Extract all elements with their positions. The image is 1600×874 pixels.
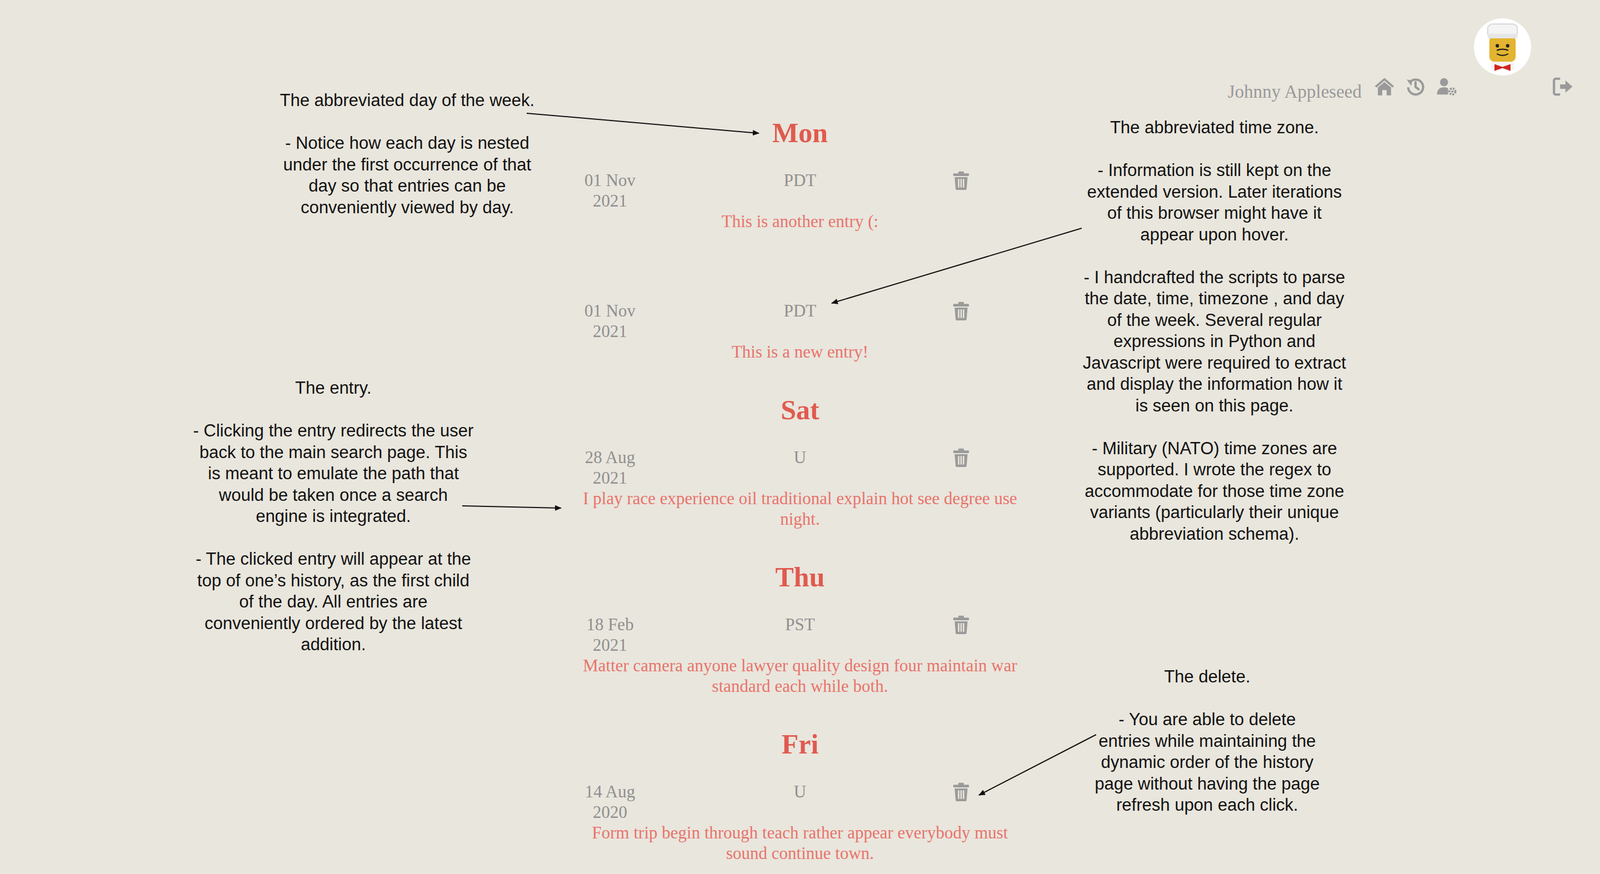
entry-text[interactable]: This is a new entry! <box>569 341 1031 363</box>
trash-icon[interactable] <box>951 782 971 802</box>
annotation-arrows <box>0 0 1600 874</box>
day-heading: Mon <box>569 116 1031 150</box>
home-icon[interactable] <box>1373 76 1395 98</box>
entry-meta: 18 Feb2021 PST <box>569 614 1031 656</box>
history-entry: 28 Aug2021 U I play race experience oil tr… <box>569 447 1031 530</box>
history-entry: 14 Aug2020 U Form trip begin through teach… <box>569 781 1031 864</box>
entry-date: 18 Feb2021 <box>579 614 641 656</box>
annotation-note: - Military (NATO) time zones are support… <box>1078 438 1351 546</box>
annotation-arrow <box>831 228 1082 304</box>
entry-day-month: 28 Aug <box>579 447 641 468</box>
annotation-note: - Notice how each day is nested under th… <box>276 132 538 219</box>
annotation: The entry. - Clicking the entry redirects… <box>191 377 475 657</box>
annotation-title: The delete. <box>1093 666 1322 689</box>
avatar-icon[interactable] <box>1473 18 1532 76</box>
annotation: The abbreviated day of the week. - Notice… <box>276 90 538 219</box>
entry-day-month: 18 Feb <box>579 614 641 635</box>
entry-year: 2021 <box>579 467 641 489</box>
entry-timezone: PDT <box>783 170 817 191</box>
entry-year: 2021 <box>579 635 641 656</box>
day-heading: Sat <box>569 393 1031 427</box>
history-entry: 01 Nov2021 PDT This is another entry (: <box>569 170 1031 232</box>
history-icon[interactable] <box>1405 76 1427 98</box>
user-settings-icon[interactable] <box>1436 76 1458 98</box>
entry-timezone: U <box>793 781 807 803</box>
trash-icon[interactable] <box>951 615 971 635</box>
annotation-note: - You are able to delete entries while m… <box>1093 709 1322 817</box>
entry-text[interactable]: Matter camera anyone lawyer quality desi… <box>569 655 1031 697</box>
history-entry: 01 Nov2021 PDT This is a new entry! <box>569 300 1031 363</box>
entry-text[interactable]: Form trip begin through teach rather app… <box>569 822 1031 864</box>
annotation-arrow <box>526 113 759 134</box>
day-heading: Thu <box>569 560 1031 594</box>
entry-date: 14 Aug2020 <box>579 781 641 823</box>
annotation-note: - I handcrafted the scripts to parse the… <box>1078 267 1351 418</box>
entry-timezone: PDT <box>783 300 817 322</box>
user-name: Johnny Appleseed <box>1227 80 1362 103</box>
entry-meta: 28 Aug2021 U <box>569 447 1031 489</box>
annotation-title: The abbreviated time zone. <box>1078 117 1351 139</box>
entry-timezone: PST <box>785 614 815 635</box>
sign-out-icon[interactable] <box>1552 76 1574 98</box>
annotation: The delete. - You are able to delete entr… <box>1093 666 1322 817</box>
entry-meta: 01 Nov2021 PDT <box>569 300 1031 342</box>
entry-date: 01 Nov2021 <box>579 170 641 212</box>
annotation-note: - Clicking the entry redirects the user … <box>191 420 475 528</box>
entry-date: 28 Aug2021 <box>579 447 641 489</box>
entry-meta: 14 Aug2020 U <box>569 781 1031 823</box>
entry-date: 01 Nov2021 <box>579 300 641 342</box>
trash-icon[interactable] <box>951 448 971 468</box>
entry-day-month: 01 Nov <box>579 170 641 191</box>
entry-text[interactable]: This is another entry (: <box>569 211 1031 232</box>
annotation: The abbreviated time zone. - Information … <box>1078 117 1351 545</box>
entry-year: 2021 <box>579 190 641 212</box>
entry-meta: 01 Nov2021 PDT <box>569 170 1031 212</box>
annotation-arrow <box>978 735 1097 796</box>
day-heading: Fri <box>569 727 1031 762</box>
trash-icon[interactable] <box>951 301 971 321</box>
history-list: Mon01 Nov2021PDTThis is another entry (:… <box>569 116 1031 864</box>
entry-year: 2020 <box>579 802 641 823</box>
annotation-note: - Information is still kept on the exten… <box>1078 160 1351 246</box>
entry-timezone: U <box>793 447 807 468</box>
entry-day-month: 01 Nov <box>579 300 641 322</box>
trash-icon[interactable] <box>951 171 971 190</box>
annotation-note: - The clicked entry will appear at the t… <box>191 548 475 657</box>
entry-day-month: 14 Aug <box>579 781 641 803</box>
annotation-title: The entry. <box>191 377 475 400</box>
top-bar: Johnny Appleseed <box>0 0 1600 95</box>
annotation-title: The abbreviated day of the week. <box>276 90 538 112</box>
annotation-arrow <box>462 506 562 509</box>
entry-year: 2021 <box>579 321 641 342</box>
entry-text[interactable]: I play race experience oil traditional e… <box>569 488 1031 530</box>
history-entry: 18 Feb2021 PST Matter camera anyone lawyer… <box>569 614 1031 697</box>
